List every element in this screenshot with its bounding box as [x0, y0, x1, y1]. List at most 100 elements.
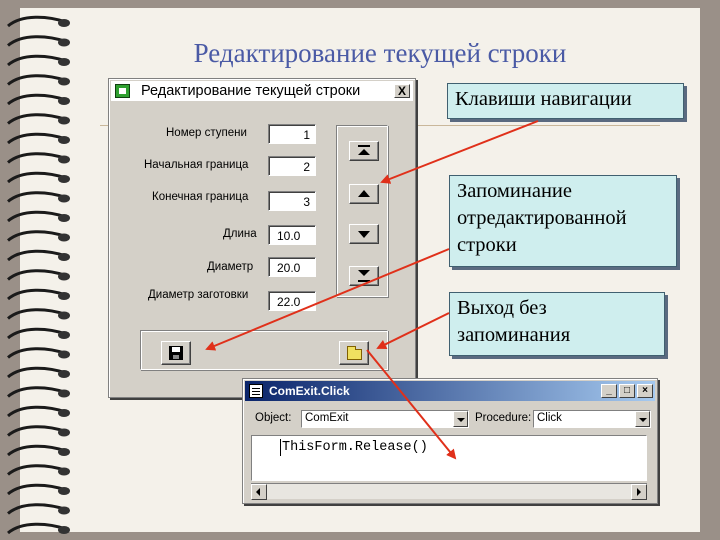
scroll-left-icon[interactable] [251, 484, 267, 500]
spiral-loop [7, 464, 67, 476]
field-input-diameter[interactable]: 20.0 [268, 257, 316, 277]
field-input-end-bound[interactable]: 3 [268, 191, 316, 211]
exit-icon [347, 346, 362, 360]
spiral-loop [7, 405, 67, 418]
horizontal-scrollbar[interactable] [251, 483, 647, 500]
field-label-start-bound: Начальная граница [144, 159, 249, 171]
field-label-step-number: Номер ступени [166, 127, 247, 139]
object-combo-value: ComExit [305, 412, 349, 424]
code-line: ThisForm.Release() [282, 440, 428, 455]
field-label-end-bound: Конечная граница [152, 191, 249, 203]
spiral-hole [58, 448, 70, 456]
form-titlebar: Редактирование текущей строки X [111, 81, 413, 101]
object-combo[interactable]: ComExit [301, 410, 469, 428]
spiral-hole [58, 272, 70, 281]
spiral-hole [58, 77, 70, 86]
spiral-loop [7, 347, 67, 359]
spiral-hole [58, 467, 70, 476]
spiral-loop [7, 249, 67, 262]
spiral-loop [7, 366, 67, 379]
spiral-hole [58, 311, 70, 320]
callout-save-row: Запоминание отредактированной строки [449, 175, 677, 267]
spiral-hole [58, 194, 70, 203]
spiral-loop [7, 269, 67, 281]
form-title: Редактирование текущей строки [141, 83, 361, 99]
spiral-loop [7, 308, 67, 320]
spiral-hole [58, 292, 70, 300]
object-combo-arrow-icon[interactable] [453, 411, 468, 427]
code-close-button[interactable]: × [637, 384, 653, 398]
spiral-loop [7, 522, 67, 535]
first-record-button[interactable] [349, 141, 379, 161]
next-record-button[interactable] [349, 224, 379, 244]
field-input-step-number[interactable]: 1 [268, 124, 316, 144]
form-app-icon [115, 84, 130, 98]
save-icon [169, 346, 183, 360]
last-record-button[interactable] [349, 266, 379, 286]
procedure-label: Procedure: [475, 412, 532, 424]
object-label: Object: [255, 412, 292, 424]
spiral-hole [58, 97, 70, 105]
spiral-loop [7, 171, 67, 184]
spiral-loop [7, 483, 67, 496]
spiral-loop [7, 503, 67, 515]
code-window-icon [249, 384, 263, 398]
spiral-binding [7, 15, 70, 535]
spiral-hole [58, 19, 70, 27]
spiral-hole [58, 136, 70, 144]
spiral-hole [58, 155, 70, 164]
spiral-hole [58, 253, 70, 261]
spiral-hole [58, 233, 70, 242]
spiral-hole [58, 214, 70, 222]
spiral-loop [7, 425, 67, 437]
spiral-hole [58, 370, 70, 378]
exit-button[interactable] [339, 341, 369, 365]
maximize-button[interactable]: □ [619, 384, 635, 398]
minimize-button[interactable]: _ [601, 384, 617, 398]
spiral-hole [58, 331, 70, 339]
save-button[interactable] [161, 341, 191, 365]
previous-record-icon [358, 190, 370, 197]
spiral-loop [7, 444, 67, 457]
spiral-hole [58, 409, 70, 417]
spiral-loop [7, 113, 67, 125]
previous-record-button[interactable] [349, 184, 379, 204]
field-input-start-bound[interactable]: 2 [268, 156, 316, 176]
spiral-loop [7, 288, 67, 301]
spiral-hole [58, 526, 70, 534]
callout-navigation-keys: Клавиши навигации [447, 83, 684, 119]
field-input-blank-diameter[interactable]: 22.0 [268, 291, 316, 311]
code-titlebar: ComExit.Click _ □ × [245, 381, 655, 401]
spiral-loop [7, 191, 67, 203]
form-close-button[interactable]: X [394, 84, 410, 98]
spiral-loop [7, 327, 67, 340]
field-input-length[interactable]: 10.0 [268, 225, 316, 245]
spiral-hole [58, 175, 70, 183]
spiral-hole [58, 506, 70, 515]
next-record-icon [358, 231, 370, 238]
action-panel [140, 330, 388, 370]
spiral-hole [58, 389, 70, 398]
spiral-hole [58, 428, 70, 437]
procedure-combo-arrow-icon[interactable] [635, 411, 650, 427]
field-label-length: Длина [223, 228, 257, 240]
text-caret [280, 439, 281, 456]
callout-exit-without-save: Выход без запоминания [449, 292, 665, 356]
scroll-right-icon[interactable] [631, 484, 647, 500]
spiral-loop [7, 132, 67, 145]
spiral-loop [7, 152, 67, 164]
field-label-blank-diameter: Диаметр заготовки [148, 289, 249, 301]
code-window-title: ComExit.Click [269, 384, 350, 398]
spiral-hole [58, 116, 70, 125]
spiral-hole [58, 350, 70, 359]
navigation-panel [336, 125, 388, 297]
spiral-loop [7, 15, 67, 28]
spiral-loop [7, 74, 67, 86]
spiral-loop [7, 230, 67, 242]
field-label-diameter: Диаметр [207, 261, 254, 273]
procedure-combo-value: Click [537, 412, 562, 424]
spiral-loop [7, 210, 67, 223]
procedure-combo[interactable]: Click [533, 410, 651, 428]
spiral-loop [7, 386, 67, 398]
code-editor[interactable]: ThisForm.Release() [251, 435, 647, 481]
